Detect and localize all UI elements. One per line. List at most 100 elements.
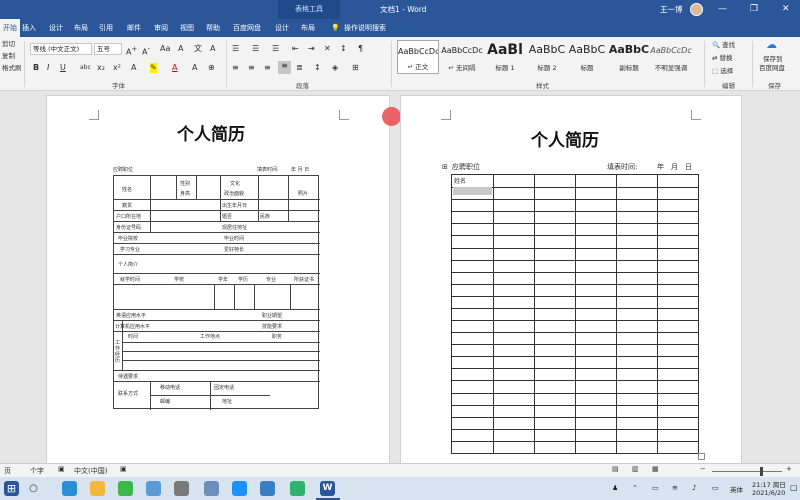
volume-icon[interactable]: ♪ (692, 484, 696, 492)
bold-icon[interactable]: B (33, 63, 39, 73)
replace-button[interactable]: ⇄ 替换 (712, 53, 733, 63)
app-icon[interactable] (146, 481, 161, 496)
tab-table-design[interactable]: 设计 (275, 19, 289, 37)
tab-baidu[interactable]: 百度网盘 (233, 19, 261, 37)
search-icon[interactable]: ○ (26, 481, 41, 496)
zoom-thumb[interactable] (760, 467, 763, 476)
zoom-out-icon[interactable]: − (700, 465, 706, 473)
tab-home[interactable]: 开始 (0, 19, 20, 37)
align-left-icon[interactable]: ≡ (232, 63, 239, 73)
find-button[interactable]: 🔍 查找 (712, 40, 735, 50)
app-icon[interactable] (260, 481, 275, 496)
cloud-save-icon[interactable]: ☁ (766, 39, 777, 50)
tab-review[interactable]: 审阅 (154, 19, 168, 37)
wifi-icon[interactable]: ≋ (672, 484, 678, 492)
tab-layout[interactable]: 布局 (74, 19, 88, 37)
border-char-icon[interactable]: A (210, 44, 215, 54)
save-to-label-2[interactable]: 百度网盘 (759, 63, 785, 73)
style-heading-2[interactable]: AaBbC 标题 2 (526, 40, 568, 74)
borders-icon[interactable]: ⊞ (352, 63, 359, 73)
strikethrough-icon[interactable]: abc (80, 63, 91, 73)
cut-button[interactable]: 剪切 (2, 39, 15, 49)
language-status[interactable]: 中文(中国) (74, 466, 107, 476)
people-icon[interactable]: ♟ (612, 484, 618, 492)
shrink-font-icon[interactable]: A- (142, 44, 150, 58)
phonetic-icon[interactable]: 文 (194, 44, 202, 54)
line-spacing-icon[interactable]: ↕ (314, 63, 321, 73)
char-shading-icon[interactable]: A (192, 63, 197, 73)
accessibility-icon[interactable]: ▣ (120, 465, 127, 473)
justify-icon[interactable]: ≡ (278, 61, 291, 74)
increase-indent-icon[interactable]: ⇥ (308, 44, 315, 54)
tab-help[interactable]: 帮助 (206, 19, 220, 37)
text-effects-icon[interactable]: A (131, 63, 136, 73)
tab-table-layout[interactable]: 布局 (301, 19, 315, 37)
word-icon[interactable]: W (320, 481, 335, 496)
app-icon[interactable] (204, 481, 219, 496)
proofing-icon[interactable]: ▣ (58, 465, 65, 473)
decrease-indent-icon[interactable]: ⇤ (292, 44, 299, 54)
change-case-icon[interactable]: Aa (160, 44, 170, 54)
browser-icon[interactable] (118, 481, 133, 496)
restore-button[interactable]: ❐ (750, 0, 758, 19)
app-icon[interactable] (232, 481, 247, 496)
tab-references[interactable]: 引用 (99, 19, 113, 37)
selected-cell[interactable] (453, 187, 492, 195)
chinese-layout-icon[interactable]: ✕ (324, 44, 331, 54)
copy-button[interactable]: 复制 (2, 51, 15, 61)
page-2[interactable]: 个人简历 ⊞ 应聘职位 填表时间: 年 月 日 姓名 (400, 95, 742, 467)
start-icon[interactable]: ⊞ (4, 481, 19, 496)
underline-icon[interactable]: U (60, 63, 66, 73)
table-move-handle-icon[interactable]: ⊞ (442, 163, 448, 171)
clock-date[interactable]: 2021/6/20 (752, 489, 785, 497)
empty-grid-table[interactable] (451, 174, 699, 454)
bullets-icon[interactable]: ☰ (232, 44, 239, 54)
clock-time[interactable]: 21:17 周日 (752, 479, 786, 489)
shading-icon[interactable]: ◈ (332, 63, 338, 73)
network-icon[interactable]: ▭ (652, 484, 659, 492)
table-resize-handle[interactable] (698, 453, 705, 460)
app-icon[interactable] (290, 481, 305, 496)
edge-icon[interactable] (62, 481, 77, 496)
font-color-icon[interactable]: A (172, 63, 177, 73)
numbering-icon[interactable]: ☰ (252, 44, 259, 54)
style-normal[interactable]: AaBbCcDc ↵ 正文 (397, 40, 439, 74)
style-heading-1[interactable]: AaBl 标题 1 (484, 40, 526, 74)
tab-mailings[interactable]: 邮件 (127, 19, 141, 37)
app-icon[interactable] (174, 481, 189, 496)
show-marks-icon[interactable]: ¶ (358, 44, 363, 54)
font-size-select[interactable]: 五号 (94, 43, 122, 55)
style-subtitle[interactable]: AaBbC 副标题 (608, 40, 650, 74)
superscript-icon[interactable]: x² (113, 63, 121, 73)
align-right-icon[interactable]: ≡ (264, 63, 271, 73)
word-count[interactable]: 个字 (30, 466, 44, 476)
sort-icon[interactable]: ↕ (340, 44, 347, 54)
tell-me-search[interactable]: 操作说明搜索 (344, 19, 386, 37)
print-layout-icon[interactable]: ▥ (632, 465, 639, 473)
tray-up-icon[interactable]: ⌃ (632, 484, 638, 492)
read-mode-icon[interactable]: ▤ (612, 465, 619, 473)
tab-insert[interactable]: 插入 (22, 19, 36, 37)
multilevel-list-icon[interactable]: ☰ (272, 44, 279, 54)
grow-font-icon[interactable]: A+ (126, 44, 137, 58)
italic-icon[interactable]: I (47, 63, 49, 73)
style-title[interactable]: AaBbC 标题 (566, 40, 608, 74)
battery-icon[interactable]: ▭ (712, 484, 719, 492)
user-name[interactable]: 王一博 (660, 0, 683, 19)
zoom-slider[interactable] (712, 471, 782, 472)
ime-indicator[interactable]: 英体 (730, 484, 743, 494)
minimize-button[interactable]: — (718, 0, 727, 19)
avatar[interactable] (690, 3, 703, 16)
enclose-char-icon[interactable]: ⊕ (208, 63, 215, 73)
font-name-select[interactable]: 等线 (中文正文) (30, 43, 92, 55)
distributed-icon[interactable]: ≣ (296, 63, 303, 73)
style-no-spacing[interactable]: AaBbCcDc ↵ 无间隔 (441, 40, 483, 74)
tab-view[interactable]: 视图 (180, 19, 194, 37)
resume-form-table[interactable]: 姓名 性别 身高 文化 政治面貌 照片 出生年月日 籍贯 户口所在地 婚否 民族… (113, 175, 320, 410)
notification-icon[interactable]: ▢ (790, 483, 798, 492)
select-button[interactable]: ⬚ 选择 (712, 66, 733, 76)
align-center-icon[interactable]: ≡ (248, 63, 255, 73)
close-button[interactable]: ✕ (782, 0, 790, 19)
page-status[interactable]: 页 (4, 466, 11, 476)
tab-design[interactable]: 设计 (49, 19, 63, 37)
